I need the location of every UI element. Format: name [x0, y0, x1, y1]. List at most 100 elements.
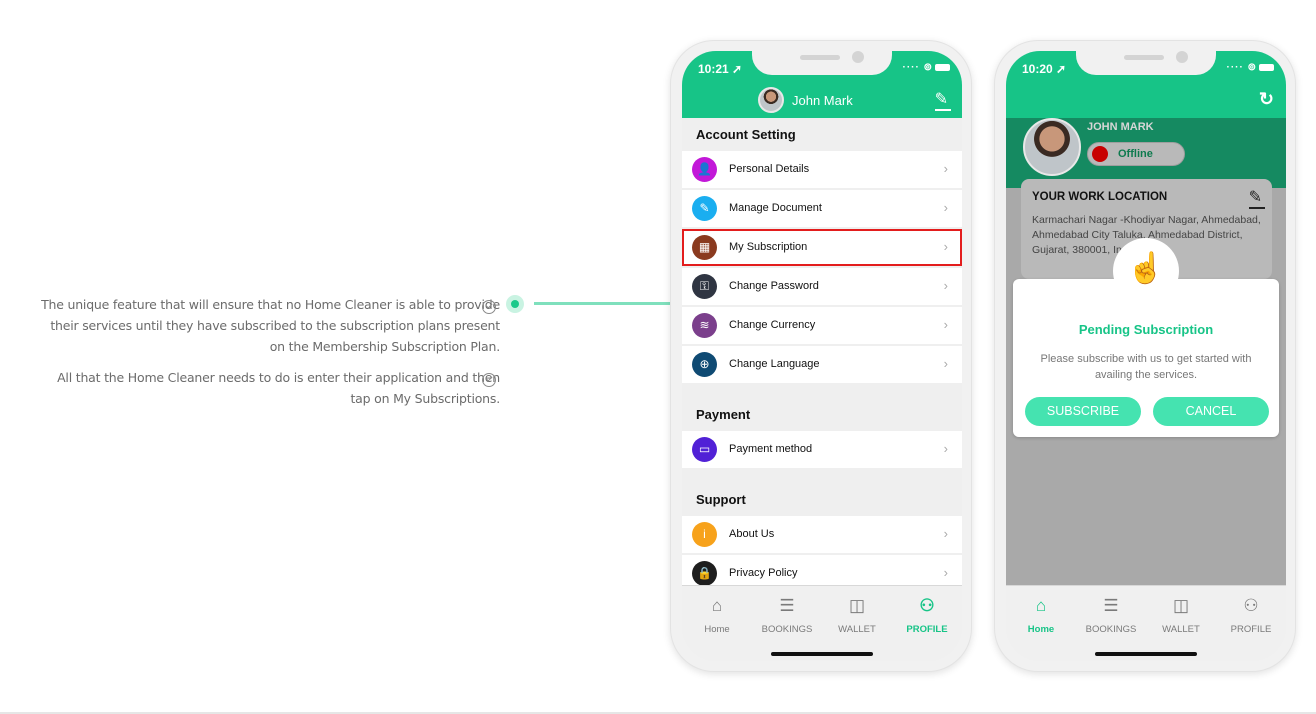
check-circle-icon: [482, 300, 496, 314]
tab-bookings[interactable]: ☰ BOOKINGS: [752, 596, 822, 635]
tab-label: BOOKINGS: [761, 624, 813, 635]
location-title: YOUR WORK LOCATION: [1032, 191, 1168, 203]
settings-item-manage-document[interactable]: ✎ Manage Document ›: [682, 190, 962, 227]
chevron-right-icon: ›: [943, 356, 948, 371]
chevron-right-icon: ›: [943, 441, 948, 456]
status-icons: ···· ⊚: [903, 62, 950, 73]
pencil-icon[interactable]: ✎: [934, 89, 951, 111]
timeline-dot: [506, 295, 524, 313]
wallet-icon: ◫: [848, 596, 866, 615]
chevron-right-icon: ›: [943, 526, 948, 541]
section-title: Payment: [696, 407, 751, 422]
settings-list: Account Setting 👤 Personal Details › ✎ Manage…: [682, 118, 962, 661]
lock-icon: 🔒: [692, 561, 717, 586]
settings-item-label: My Subscription: [729, 241, 808, 253]
status-time: 10:20 ➚: [1022, 62, 1067, 76]
profile-band: JOHN MARK Offline: [1006, 118, 1286, 188]
refresh-icon[interactable]: ↻: [1259, 89, 1274, 110]
subscribe-button[interactable]: SUBSCRIBE: [1025, 397, 1141, 426]
check-circle-icon: [482, 373, 496, 387]
tab-bookings[interactable]: ☰ BOOKINGS: [1076, 596, 1146, 635]
key-icon: ⚿: [692, 274, 717, 299]
settings-item-payment-method[interactable]: ▭ Payment method ›: [682, 431, 962, 468]
connector-line: [534, 302, 674, 305]
settings-item-change-password[interactable]: ⚿ Change Password ›: [682, 268, 962, 305]
globe-icon: ⊕: [692, 352, 717, 377]
page: The unique feature that will ensure that…: [0, 0, 1316, 714]
home-icon: ⌂: [711, 596, 723, 615]
home-indicator: [771, 652, 873, 656]
chevron-right-icon: ›: [943, 317, 948, 332]
offline-indicator: [1092, 146, 1108, 162]
feature-text-1: The unique feature that will ensure that…: [41, 297, 500, 354]
tab-label: PROFILE: [906, 624, 948, 635]
info-icon: i: [692, 522, 717, 547]
status-label: Offline: [1118, 148, 1153, 160]
chevron-right-icon: ›: [943, 565, 948, 580]
card-icon: ▭: [692, 437, 717, 462]
subscription-badge: ☝: [1113, 238, 1179, 304]
subscription-tap-icon: ☝: [1127, 252, 1165, 285]
notch: [752, 51, 892, 75]
cancel-button[interactable]: CANCEL: [1153, 397, 1269, 426]
bottom-tab-bar: ⌂ Home ☰ BOOKINGS ◫ WALLET ⚇ PROFILE: [1006, 585, 1286, 661]
chevron-right-icon: ›: [943, 161, 948, 176]
phone-profile-screen: 10:21 ➚ ···· ⊚ John Mark ✎ Account Setti…: [670, 40, 972, 672]
tab-profile[interactable]: ⚇ PROFILE: [892, 596, 962, 635]
avatar[interactable]: [758, 87, 784, 113]
chevron-right-icon: ›: [943, 239, 948, 254]
tab-label: PROFILE: [1230, 624, 1272, 635]
subscription-icon: ▦: [692, 235, 717, 260]
settings-item-change-currency[interactable]: ≋ Change Currency ›: [682, 307, 962, 344]
dialog-title: Pending Subscription: [1078, 322, 1214, 337]
settings-item-about-us[interactable]: i About Us ›: [682, 516, 962, 553]
tab-wallet[interactable]: ◫ WALLET: [1146, 596, 1216, 635]
battery-icon: [935, 63, 950, 71]
chevron-right-icon: ›: [943, 200, 948, 215]
profile-icon: ⚇: [1243, 596, 1259, 615]
settings-item-label: Change Currency: [729, 319, 816, 331]
settings-item-label: Change Password: [729, 280, 819, 292]
settings-item-label: Privacy Policy: [729, 567, 798, 579]
coins-icon: ≋: [692, 313, 717, 338]
section-title: Account Setting: [696, 127, 796, 142]
user-name: JOHN MARK: [1087, 121, 1154, 133]
settings-item-label: About Us: [729, 528, 775, 540]
tab-label: BOOKINGS: [1085, 624, 1137, 635]
profile-icon: ⚇: [919, 596, 935, 615]
section-title: Support: [696, 492, 746, 507]
settings-item-change-language[interactable]: ⊕ Change Language ›: [682, 346, 962, 383]
wallet-icon: ◫: [1172, 596, 1190, 615]
battery-icon: [1259, 63, 1274, 71]
settings-item-personal-details[interactable]: 👤 Personal Details ›: [682, 151, 962, 188]
bookings-icon: ☰: [1103, 596, 1119, 615]
user-name: John Mark: [792, 93, 853, 108]
document-icon: ✎: [692, 196, 717, 221]
settings-item-label: Payment method: [729, 443, 813, 455]
status-time: 10:21 ➚: [698, 62, 743, 76]
pencil-icon[interactable]: ✎: [1248, 187, 1265, 209]
tab-home[interactable]: ⌂ Home: [682, 596, 752, 635]
notch: [1076, 51, 1216, 75]
tab-label: WALLET: [1162, 624, 1200, 635]
tab-label: WALLET: [838, 624, 876, 635]
tab-profile[interactable]: ⚇ PROFILE: [1216, 596, 1286, 635]
home-icon: ⌂: [1035, 596, 1047, 615]
phone-home-screen: 10:20 ➚ ···· ⊚ ↻ JOHN MARK Offline YOUR …: [994, 40, 1296, 672]
tab-home[interactable]: ⌂ Home: [1006, 596, 1076, 635]
person-icon: 👤: [692, 157, 717, 182]
dialog-message: Please subscribe with us to get started …: [1040, 353, 1252, 381]
avatar: [1023, 118, 1081, 176]
settings-item-label: Personal Details: [729, 163, 810, 175]
chevron-right-icon: ›: [943, 278, 948, 293]
bookings-icon: ☰: [779, 596, 795, 615]
feature-text-2: All that the Home Cleaner needs to do is…: [57, 370, 500, 406]
status-icons: ···· ⊚: [1227, 62, 1274, 73]
settings-item-my-subscription[interactable]: ▦ My Subscription ›: [682, 229, 962, 266]
tab-label: Home: [704, 624, 730, 635]
bottom-tab-bar: ⌂ Home ☰ BOOKINGS ◫ WALLET ⚇ PROFILE: [682, 585, 962, 661]
settings-item-label: Change Language: [729, 358, 820, 370]
settings-item-label: Manage Document: [729, 202, 822, 214]
online-status-toggle[interactable]: Offline: [1087, 142, 1185, 166]
tab-wallet[interactable]: ◫ WALLET: [822, 596, 892, 635]
